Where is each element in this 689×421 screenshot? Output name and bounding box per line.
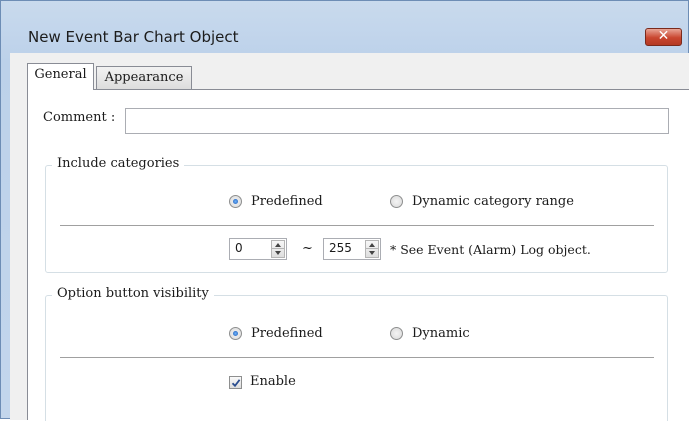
tab-general[interactable]: General (27, 63, 94, 90)
option-button-visibility-title: Option button visibility (52, 286, 214, 301)
categories-dynamic-range-radio[interactable]: Dynamic category range (390, 194, 574, 209)
comment-label: Comment : (43, 110, 116, 125)
range-from-value: 0 (235, 241, 243, 255)
title-bar[interactable]: New Event Bar Chart Object ✕ (1, 1, 688, 51)
range-from-spinner[interactable]: 0 (229, 238, 287, 260)
categories-predefined-label: Predefined (251, 194, 323, 209)
enable-checkbox[interactable] (229, 376, 242, 389)
checkmark-icon (231, 379, 241, 388)
range-to-value: 255 (329, 241, 352, 255)
enable-label: Enable (250, 374, 296, 389)
visibility-predefined-radio[interactable]: Predefined (229, 326, 323, 341)
tab-appearance[interactable]: Appearance (96, 66, 192, 90)
close-icon: ✕ (657, 28, 670, 44)
spin-up-icon (369, 243, 375, 247)
range-to-spin-buttons[interactable] (365, 240, 379, 258)
range-to-spinner[interactable]: 255 (323, 238, 381, 260)
spin-down-icon (369, 251, 375, 255)
dialog-client-area: General Appearance Comment : Include cat… (10, 53, 689, 421)
window-title: New Event Bar Chart Object (28, 28, 239, 46)
general-tab-panel: Comment : Include categories Predefined … (27, 89, 689, 421)
radio-unselected-icon (390, 195, 403, 208)
categories-separator (60, 225, 654, 226)
categories-predefined-radio[interactable]: Predefined (229, 194, 323, 209)
range-separator: ~ (302, 241, 313, 256)
spin-up-icon (275, 243, 281, 247)
categories-dynamic-range-label: Dynamic category range (412, 194, 574, 209)
radio-selected-icon (229, 195, 242, 208)
include-categories-title: Include categories (52, 156, 185, 171)
comment-input[interactable] (125, 108, 669, 134)
option-button-visibility-group: Option button visibility Predefined Dyna… (45, 286, 668, 421)
close-button[interactable]: ✕ (645, 28, 682, 46)
visibility-dynamic-label: Dynamic (412, 326, 470, 341)
radio-selected-icon (229, 327, 242, 340)
spin-down-icon (275, 251, 281, 255)
visibility-dynamic-radio[interactable]: Dynamic (390, 326, 470, 341)
dialog-window: New Event Bar Chart Object ✕ General App… (0, 0, 689, 421)
event-log-note: * See Event (Alarm) Log object. (390, 242, 591, 257)
radio-unselected-icon (390, 327, 403, 340)
visibility-predefined-label: Predefined (251, 326, 323, 341)
include-categories-group: Include categories Predefined Dynamic ca… (45, 156, 668, 273)
visibility-separator (60, 357, 654, 358)
range-from-spin-buttons[interactable] (271, 240, 285, 258)
